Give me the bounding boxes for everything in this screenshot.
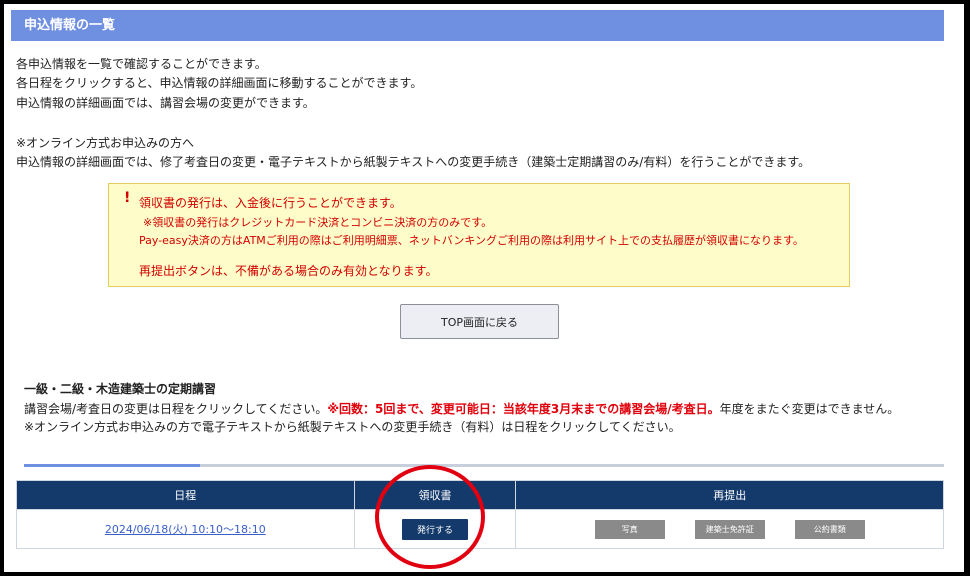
desc-text-b: 年度をまたぐ変更はできません。 — [719, 402, 900, 416]
warning-icon: ! — [124, 190, 131, 206]
application-table: 日程 領収書 再提出 2024/06/18(火) 10:10～18:10 発行す… — [16, 480, 944, 549]
header-receipt: 領収書 — [353, 480, 517, 510]
back-to-top-button[interactable]: TOP画面に戻る — [400, 304, 559, 339]
intro-line-3: 申込情報の詳細画面では、講習会場の変更ができます。 — [16, 96, 315, 110]
online-notice-heading: ※オンライン方式お申込みの方へ — [16, 136, 195, 150]
section-title: 一級・二級・木造建築士の定期講習 — [24, 382, 217, 396]
header-resubmit: 再提出 — [515, 480, 944, 510]
notice-line-3: Pay-easy決済の方はATMご利用の際はご利用明細票、ネットバンキングご利用… — [139, 234, 804, 247]
tab-bar — [24, 464, 944, 467]
schedule-cell: 2024/06/18(火) 10:10～18:10 — [16, 509, 355, 549]
notice-line-4: 再提出ボタンは、不備がある場合のみ有効となります。 — [139, 264, 438, 278]
tab-active-indicator — [24, 464, 200, 467]
resubmit-documents-button[interactable]: 公約書類 — [794, 519, 865, 539]
header-schedule: 日程 — [16, 480, 355, 510]
notice-line-1: 領収書の発行は、入金後に行うことができます。 — [139, 196, 402, 210]
table-header-row: 日程 領収書 再提出 — [16, 480, 944, 510]
resubmit-photo-button[interactable]: 写真 — [594, 519, 665, 539]
receipt-notice-box: ! 領収書の発行は、入金後に行うことができます。 ※領収書の発行はクレジットカー… — [108, 183, 850, 287]
notice-line-2: ※領収書の発行はクレジットカード決済とコンビニ決済の方のみです。 — [143, 216, 493, 229]
table-row: 2024/06/18(火) 10:10～18:10 発行する 写真 建築士免許証 公… — [16, 509, 944, 549]
page-title: 申込情報の一覧 — [11, 10, 944, 41]
issue-receipt-button[interactable]: 発行する — [402, 518, 469, 540]
intro-line-1: 各申込情報を一覧で確認することができます。 — [16, 57, 267, 71]
section-description: 講習会場/考査日の変更は日程をクリックしてください。※回数：5回まで、変更可能日… — [24, 400, 964, 436]
resubmit-cell: 写真 建築士免許証 公約書類 — [515, 509, 944, 549]
online-notice-text: 申込情報の詳細画面では、修了考査日の変更・電子テキストから紙製テキストへの変更手… — [16, 155, 811, 169]
desc-text-red: ※回数：5回まで、変更可能日：当該年度3月末までの講習会場/考査日。 — [327, 402, 720, 416]
resubmit-license-button[interactable]: 建築士免許証 — [694, 519, 765, 539]
schedule-date-link[interactable]: 2024/06/18(火) 10:10～18:10 — [105, 523, 266, 536]
receipt-cell: 発行する — [353, 509, 517, 549]
desc-text-a: 講習会場/考査日の変更は日程をクリックしてください。 — [24, 402, 328, 416]
page-canvas: 申込情報の一覧 各申込情報を一覧で確認することができます。 各日程をクリックする… — [4, 4, 964, 572]
desc-text-c: ※オンライン方式お申込みの方で電子テキストから紙製テキストへの変更手続き（有料）… — [24, 420, 681, 434]
intro-line-2: 各日程をクリックすると、申込情報の詳細画面に移動することができます。 — [16, 76, 423, 90]
